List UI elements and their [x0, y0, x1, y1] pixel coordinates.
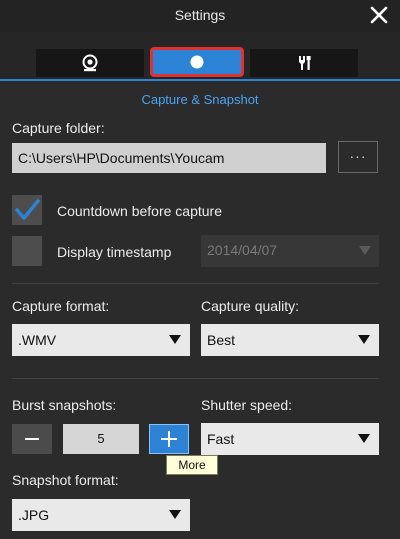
tab-tools[interactable]: [250, 49, 358, 77]
title-bar: Settings: [0, 0, 400, 32]
capture-format-value: .WMV: [18, 332, 57, 348]
countdown-checkbox[interactable]: [12, 195, 42, 225]
capture-folder-label: Capture folder:: [12, 120, 105, 136]
shutter-speed-select[interactable]: Fast: [201, 423, 379, 455]
tab-camera[interactable]: [36, 49, 144, 77]
snapshot-dot-icon: [190, 55, 204, 69]
burst-decrease-button[interactable]: [12, 424, 52, 454]
window-title: Settings: [174, 7, 226, 23]
section-title: Capture & Snapshot: [141, 92, 259, 107]
tools-icon: [299, 56, 311, 70]
shutter-speed-value: Fast: [207, 431, 235, 447]
close-button[interactable]: [368, 4, 390, 26]
capture-folder-input[interactable]: [12, 143, 326, 173]
timestamp-label: Display timestamp: [57, 244, 172, 260]
more-tooltip: More: [166, 455, 218, 475]
snapshot-format-value: .JPG: [18, 507, 50, 523]
burst-count-value[interactable]: 5: [63, 424, 139, 454]
timestamp-checkbox[interactable]: [12, 236, 42, 266]
minus-icon: [25, 438, 39, 440]
chevron-down-icon: [169, 510, 181, 519]
snapshot-format-select[interactable]: .JPG: [12, 499, 190, 531]
tab-underline: [0, 79, 400, 81]
tab-capture-snapshot[interactable]: [150, 47, 244, 77]
timestamp-date-select: 2014/04/07: [201, 235, 379, 267]
divider: [12, 283, 379, 284]
chevron-down-icon: [359, 246, 371, 255]
webcam-icon: [82, 54, 98, 72]
chevron-down-icon: [169, 335, 181, 344]
plus-icon: [161, 431, 177, 447]
close-icon: [370, 6, 388, 24]
snapshot-format-label: Snapshot format:: [12, 472, 119, 488]
burst-snapshots-label: Burst snapshots:: [12, 397, 117, 413]
chevron-down-icon: [358, 335, 370, 344]
tab-bar: [0, 32, 400, 80]
browse-folder-button[interactable]: ···: [338, 141, 378, 173]
timestamp-date-value: 2014/04/07: [207, 242, 278, 258]
capture-quality-label: Capture quality:: [201, 298, 300, 314]
burst-increase-button[interactable]: [149, 424, 189, 454]
capture-format-select[interactable]: .WMV: [12, 324, 190, 356]
divider: [12, 378, 379, 379]
capture-quality-select[interactable]: Best: [201, 324, 379, 356]
chevron-down-icon: [358, 434, 370, 443]
capture-quality-value: Best: [207, 332, 236, 348]
countdown-label: Countdown before capture: [57, 203, 222, 219]
checkmark-icon: [15, 199, 40, 220]
capture-format-label: Capture format:: [12, 298, 110, 314]
shutter-speed-label: Shutter speed:: [201, 397, 293, 413]
